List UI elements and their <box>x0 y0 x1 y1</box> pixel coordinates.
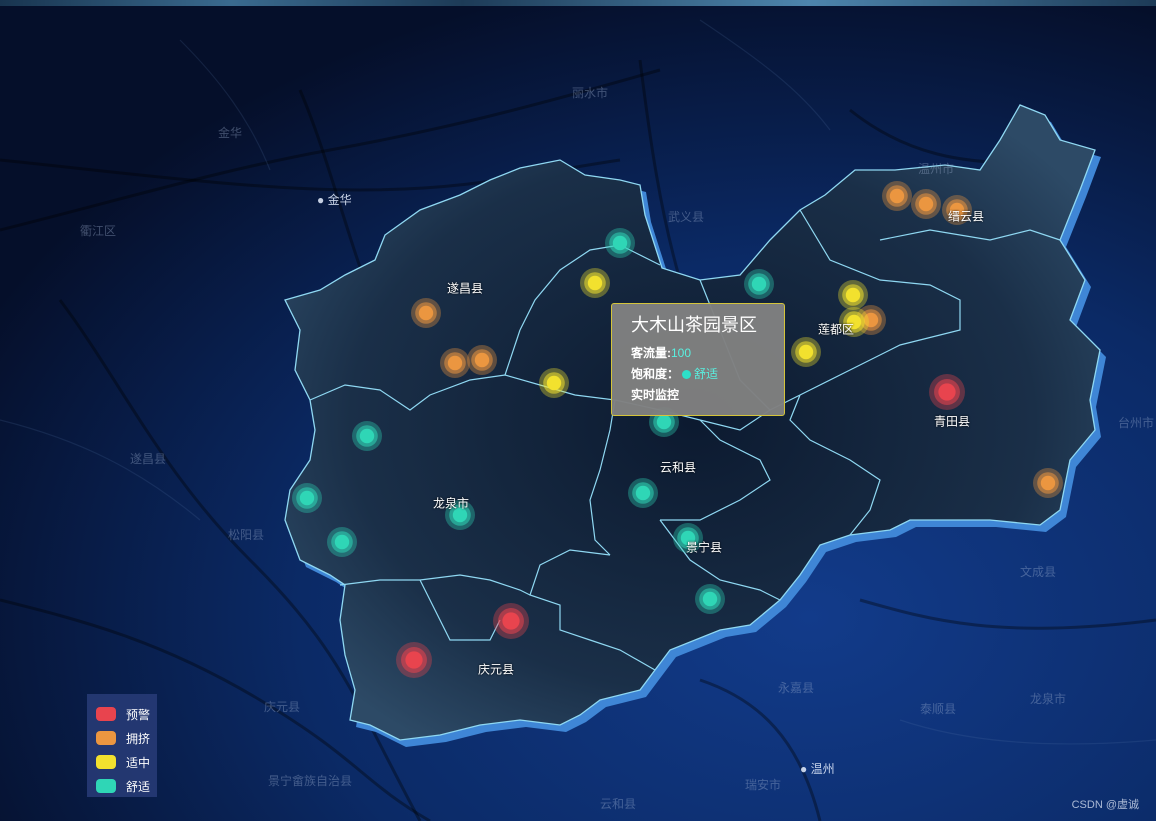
county-label: 云和县 <box>659 460 697 475</box>
scenic-marker-crowded[interactable] <box>911 189 941 219</box>
bg-label-place: 衢江区 <box>80 224 117 238</box>
scenic-marker-comfortable[interactable] <box>628 478 658 508</box>
county-label: 庆元县 <box>477 662 515 677</box>
bg-label-place: 丽水市 <box>572 86 609 100</box>
map-stage: 金华 武义县 衢江区 遂昌县 松阳县 庆元县 永嘉县 文成县 泰顺县 瑞安市 台… <box>0 0 1156 821</box>
tooltip-saturation-label: 饱和度： <box>631 367 680 381</box>
watermark: CSDN @虚诚 <box>1071 799 1139 811</box>
tooltip-saturation-value: 舒适 <box>694 367 719 381</box>
scenic-marker-comfortable[interactable] <box>744 269 774 299</box>
bg-label-place: 武义县 <box>668 210 705 224</box>
legend-label: 舒适 <box>126 779 151 794</box>
legend-item-crowded[interactable]: 拥挤 <box>96 726 157 750</box>
legend-swatch <box>96 731 116 745</box>
tooltip-title: 大木山茶园景区 <box>631 315 757 335</box>
bg-city-jinhua: ● 金华 <box>317 193 352 207</box>
county-label: 莲都区 <box>817 322 855 337</box>
bg-label-place: 庆元县 <box>264 700 301 714</box>
scenic-marker-comfortable[interactable] <box>327 527 357 557</box>
status-legend: 预警 拥挤 适中 舒适 <box>87 694 157 797</box>
bg-label-place: 永嘉县 <box>778 681 815 695</box>
bg-label-place: 景宁畲族自治县 <box>268 774 353 788</box>
bg-label-place: 龙泉市 <box>1030 692 1067 706</box>
legend-swatch <box>96 779 116 793</box>
scenic-marker-crowded[interactable] <box>1033 468 1063 498</box>
legend-label: 拥挤 <box>126 731 151 746</box>
scenic-marker-crowded[interactable] <box>440 348 470 378</box>
scenic-marker-warning[interactable] <box>929 374 965 410</box>
scenic-marker-comfortable[interactable] <box>695 584 725 614</box>
scenic-marker-comfortable[interactable] <box>352 421 382 451</box>
scenic-marker-crowded[interactable] <box>411 298 441 328</box>
bg-city-wenzhou: ● 温州 <box>800 762 835 776</box>
legend-swatch <box>96 755 116 769</box>
scenic-marker-comfortable[interactable] <box>605 228 635 258</box>
legend-item-comfortable[interactable]: 舒适 <box>96 774 157 798</box>
tooltip-saturation-row: 饱和度： 舒适 <box>631 364 765 385</box>
scenic-marker-crowded[interactable] <box>882 181 912 211</box>
tooltip-visitors-label: 客流量: <box>631 346 671 360</box>
bg-label-place: 遂昌县 <box>130 452 167 466</box>
legend-label: 预警 <box>126 707 151 722</box>
county-label: 遂昌县 <box>446 281 484 296</box>
bg-label-place: 文成县 <box>1020 565 1057 579</box>
scenic-tooltip: 大木山茶园景区 客流量:100 饱和度： 舒适 实时监控 <box>611 303 785 416</box>
legend-item-warning[interactable]: 预警 <box>96 702 157 726</box>
scenic-marker-moderate[interactable] <box>539 368 569 398</box>
status-dot-icon <box>682 370 692 379</box>
bg-label-place: 松阳县 <box>228 528 265 542</box>
scenic-marker-moderate[interactable] <box>580 268 610 298</box>
bg-label-place: 泰顺县 <box>920 702 957 716</box>
tooltip-visitors-value: 100 <box>671 346 692 360</box>
county-label: 景宁县 <box>685 540 723 555</box>
county-label: 青田县 <box>933 414 971 429</box>
county-label: 龙泉市 <box>432 496 470 511</box>
scenic-marker-comfortable[interactable] <box>292 483 322 513</box>
bg-label-place: 台州市 <box>1118 416 1155 430</box>
scenic-marker-crowded[interactable] <box>467 345 497 375</box>
bg-label-place: 瑞安市 <box>745 778 782 792</box>
realtime-monitor-link[interactable]: 实时监控 <box>631 385 765 406</box>
scenic-marker-warning[interactable] <box>396 642 432 678</box>
scenic-marker-moderate[interactable] <box>791 337 821 367</box>
scenic-marker-moderate[interactable] <box>838 280 868 310</box>
county-label: 缙云县 <box>947 209 985 224</box>
bg-label-place: 云和县 <box>600 797 637 811</box>
scenic-marker-warning[interactable] <box>493 603 529 639</box>
tooltip-visitors-row: 客流量:100 <box>631 343 765 364</box>
bg-label-place: 温州市 <box>918 162 955 176</box>
legend-swatch <box>96 707 116 721</box>
bg-label-place: 金华 <box>218 126 243 140</box>
legend-label: 适中 <box>126 755 151 770</box>
lishui-map <box>0 6 1156 821</box>
legend-item-moderate[interactable]: 适中 <box>96 750 157 774</box>
